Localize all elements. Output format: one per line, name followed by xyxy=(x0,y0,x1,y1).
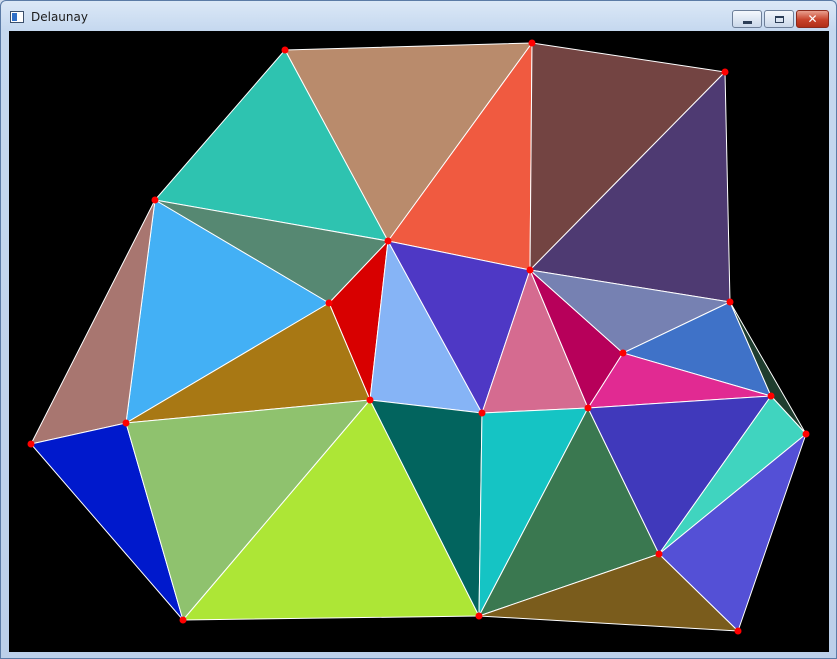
vertex-point-10 xyxy=(27,440,35,448)
vertex-point-4 xyxy=(151,196,159,204)
minimize-button[interactable] xyxy=(732,10,762,28)
vertex-point-2 xyxy=(528,39,536,47)
vertex-point-1 xyxy=(281,46,289,54)
close-icon: ✕ xyxy=(807,12,818,26)
vertex-point-19 xyxy=(475,612,483,620)
vertex-point-5 xyxy=(384,237,392,245)
vertex-point-18 xyxy=(179,616,187,624)
vertex-point-17 xyxy=(655,550,663,558)
title-bar[interactable]: Delaunay ✕ xyxy=(1,1,836,31)
vertex-point-11 xyxy=(122,419,130,427)
maximize-icon xyxy=(774,15,784,23)
vertex-point-8 xyxy=(726,298,734,306)
delaunay-triangulation xyxy=(9,31,829,652)
maximize-button[interactable] xyxy=(764,10,794,28)
vertex-point-14 xyxy=(584,404,592,412)
vertex-point-3 xyxy=(721,68,729,76)
app-window: Delaunay ✕ xyxy=(0,0,837,659)
vertex-point-12 xyxy=(366,396,374,404)
vertex-point-13 xyxy=(478,409,486,417)
vertex-point-7 xyxy=(325,299,333,307)
minimize-icon xyxy=(742,20,752,24)
vertex-point-6 xyxy=(526,266,534,274)
app-icon[interactable] xyxy=(10,11,24,23)
vertex-point-15 xyxy=(767,392,775,400)
canvas-area[interactable] xyxy=(9,31,829,652)
vertex-point-20 xyxy=(734,627,742,635)
vertex-point-9 xyxy=(619,349,627,357)
vertex-point-16 xyxy=(802,430,810,438)
close-button[interactable]: ✕ xyxy=(796,10,829,28)
window-title: Delaunay xyxy=(31,10,88,24)
